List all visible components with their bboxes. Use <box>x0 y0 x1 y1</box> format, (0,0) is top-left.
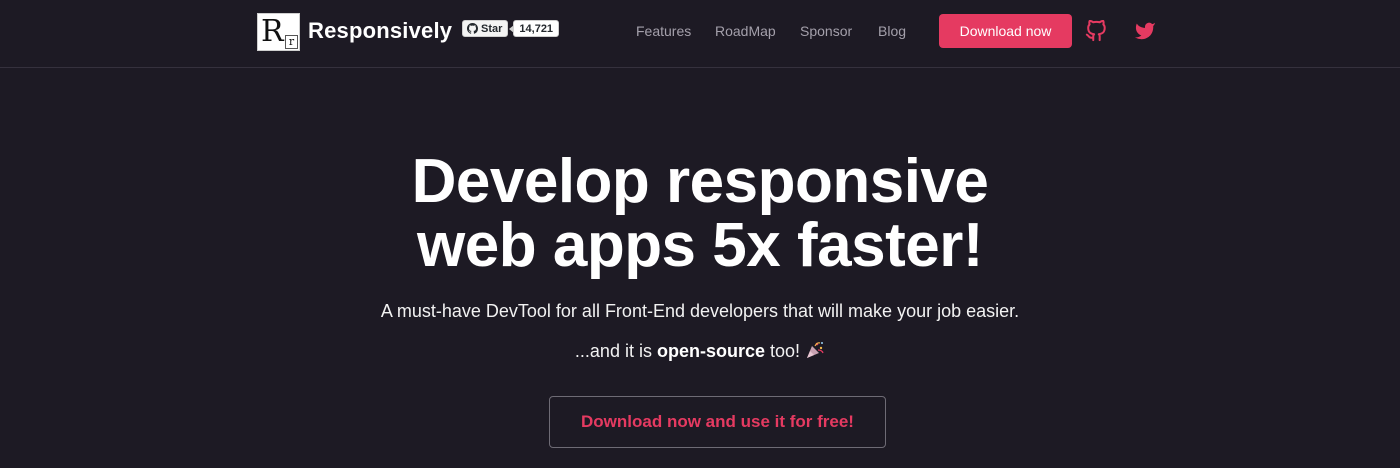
brand-name[interactable]: Responsively <box>308 17 452 45</box>
github-icon <box>467 23 478 34</box>
twitter-link[interactable] <box>1134 20 1156 42</box>
oss-prefix: ...and it is <box>574 341 652 361</box>
github-star-badge: Star 14,721 <box>462 20 560 37</box>
github-star-button[interactable]: Star <box>462 20 509 37</box>
hero-title: Develop responsive web apps 5x faster! <box>0 150 1400 278</box>
hero-title-line-2: web apps 5x faster! <box>417 211 983 280</box>
nav-sponsor[interactable]: Sponsor <box>800 22 852 40</box>
twitter-icon <box>1134 22 1156 40</box>
github-star-count[interactable]: 14,721 <box>509 20 560 37</box>
cta-download-free-button[interactable]: Download now and use it for free! <box>549 396 886 448</box>
github-star-label: Star <box>481 22 503 35</box>
github-icon <box>1085 19 1106 42</box>
nav-blog[interactable]: Blog <box>878 22 906 40</box>
site-header: R r Responsively Star 14,721 Features Ro… <box>0 0 1400 68</box>
logo-letter-big: R <box>261 14 284 49</box>
hero-subtitle: A must-have DevTool for all Front-End de… <box>380 301 1020 321</box>
oss-suffix: too! <box>770 341 801 361</box>
hero-open-source-note: ...and it is open-source too! <box>0 339 1400 363</box>
oss-bold: open-source <box>656 341 766 361</box>
nav-features[interactable]: Features <box>636 22 691 40</box>
nav-roadmap[interactable]: RoadMap <box>715 22 776 40</box>
logo-letter-small: r <box>285 35 298 49</box>
download-button[interactable]: Download now <box>939 14 1072 48</box>
hero-title-line-1: Develop responsive <box>411 147 989 216</box>
logo[interactable]: R r <box>257 13 300 51</box>
party-popper-icon <box>807 342 824 358</box>
github-link[interactable] <box>1085 19 1107 42</box>
